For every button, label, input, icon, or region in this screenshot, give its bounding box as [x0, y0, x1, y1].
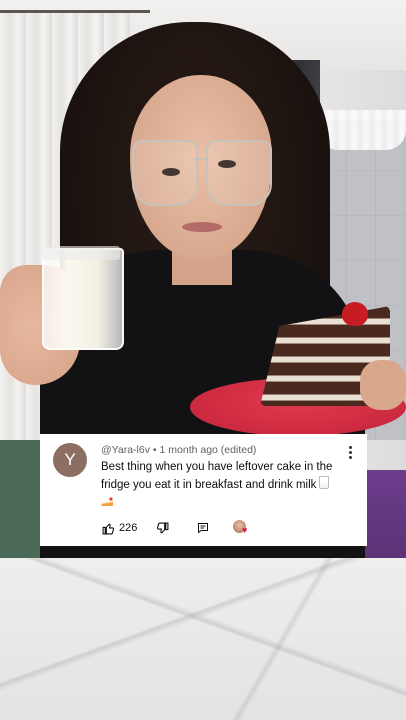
commenter-avatar[interactable]: Y — [53, 443, 87, 477]
curtain-rod — [0, 10, 150, 13]
glass-rim — [42, 246, 120, 260]
paper-garland — [318, 110, 406, 150]
marble-table — [0, 558, 406, 720]
comment-meta: @Yara-l6v • 1 month ago (edited) — [101, 444, 256, 456]
strawberry — [342, 302, 368, 326]
thumbs-down-icon[interactable] — [155, 521, 169, 535]
eyeglasses — [130, 140, 272, 210]
comment-body: Best thing when you have leftover cake i… — [101, 461, 333, 491]
comment-author[interactable]: @Yara-l6v — [101, 444, 150, 456]
comment-time: 1 month ago (edited) — [159, 444, 257, 456]
milk-glass — [42, 248, 124, 350]
right-hand — [360, 360, 406, 410]
meta-separator: • — [152, 444, 157, 456]
more-icon[interactable] — [349, 446, 353, 460]
creator-heart-icon: ♥ — [233, 520, 251, 536]
like-count: 226 — [119, 522, 138, 534]
reply-icon[interactable] — [196, 521, 210, 535]
lips — [182, 222, 222, 232]
cake-icon — [101, 497, 113, 506]
video-frame[interactable] — [0, 0, 406, 720]
pinned-comment-card[interactable]: Y @Yara-l6v • 1 month ago (edited) Best … — [40, 434, 367, 546]
heart-icon: ♥ — [242, 525, 248, 535]
thumbs-up-icon[interactable] — [101, 521, 115, 535]
comment-actions: 226 — [101, 520, 210, 536]
milk-glass-icon — [319, 476, 330, 489]
comment-text: Best thing when you have leftover cake i… — [101, 459, 351, 511]
